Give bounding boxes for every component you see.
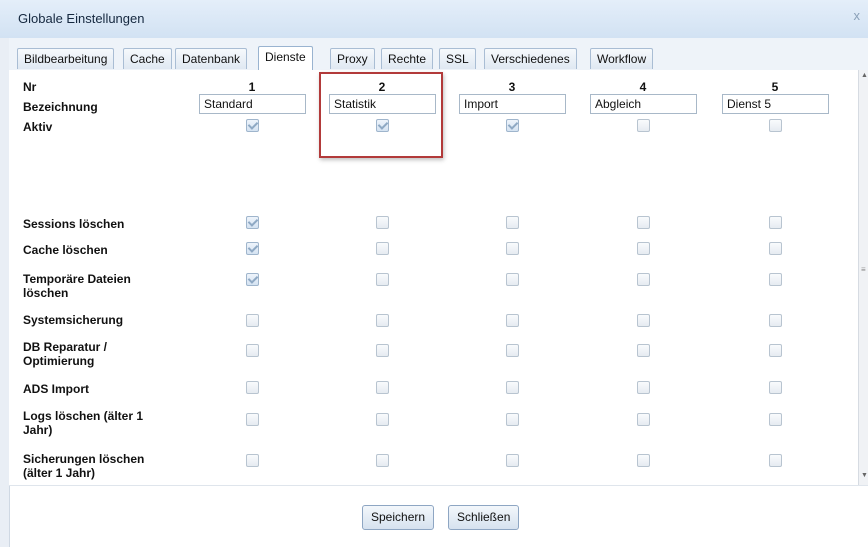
task-checkbox[interactable] (637, 314, 650, 327)
aktiv-checkbox[interactable] (769, 119, 782, 132)
aktiv-checkbox[interactable] (246, 119, 259, 132)
nr-label: Nr (23, 80, 37, 94)
tab-verschiedenes[interactable]: Verschiedenes (484, 48, 577, 69)
close-button[interactable]: Schließen (448, 505, 520, 530)
footer-divider (9, 485, 868, 486)
task-label: Sessions löschen (23, 217, 125, 231)
task-checkbox[interactable] (376, 242, 389, 255)
task-checkbox[interactable] (637, 454, 650, 467)
task-checkbox[interactable] (637, 273, 650, 286)
tab-rechte[interactable]: Rechte (381, 48, 434, 69)
task-checkbox[interactable] (637, 381, 650, 394)
dialog-titlebar[interactable]: Globale Einstellungen x (0, 0, 868, 39)
task-checkbox[interactable] (376, 273, 389, 286)
task-checkbox[interactable] (506, 273, 519, 286)
task-label: Cache löschen (23, 243, 108, 257)
task-checkbox[interactable] (376, 314, 389, 327)
aktiv-checkbox[interactable] (376, 119, 389, 132)
task-checkbox[interactable] (506, 454, 519, 467)
column-number: 2 (378, 80, 386, 94)
task-checkbox[interactable] (376, 216, 389, 229)
tab-dienste[interactable]: Dienste (258, 46, 313, 70)
task-label: ADS Import (23, 382, 89, 396)
column-number: 4 (639, 80, 647, 94)
task-checkbox[interactable] (246, 381, 259, 394)
task-checkbox[interactable] (376, 381, 389, 394)
task-checkbox[interactable] (506, 413, 519, 426)
task-checkbox[interactable] (246, 216, 259, 229)
task-checkbox[interactable] (246, 314, 259, 327)
task-checkbox[interactable] (246, 344, 259, 357)
scroll-up-icon[interactable]: ▲ (861, 72, 868, 79)
column-number: 3 (508, 80, 516, 94)
task-checkbox[interactable] (376, 413, 389, 426)
task-checkbox[interactable] (769, 381, 782, 394)
scroll-grip-icon[interactable]: ≡ (861, 265, 866, 274)
save-button[interactable]: Speichern (362, 505, 435, 530)
dialog-title: Globale Einstellungen (18, 11, 145, 26)
task-checkbox[interactable] (769, 242, 782, 255)
bezeichnung-label: Bezeichnung (23, 100, 98, 114)
aktiv-checkbox[interactable] (637, 119, 650, 132)
task-checkbox[interactable] (506, 381, 519, 394)
task-checkbox[interactable] (246, 273, 259, 286)
task-checkbox[interactable] (637, 344, 650, 357)
task-checkbox[interactable] (769, 344, 782, 357)
task-checkbox[interactable] (376, 454, 389, 467)
task-checkbox[interactable] (246, 413, 259, 426)
settings-dialog: Globale Einstellungen x Bildbearbeitung … (0, 0, 868, 547)
task-label: DB Reparatur / Optimierung (23, 340, 108, 368)
tab-bar: Bildbearbeitung Cache Datenbank Dienste … (9, 38, 868, 71)
close-icon[interactable]: x (854, 8, 861, 23)
task-checkbox[interactable] (506, 216, 519, 229)
tab-workflow[interactable]: Workflow (590, 48, 654, 69)
task-checkbox[interactable] (769, 273, 782, 286)
task-checkbox[interactable] (769, 314, 782, 327)
task-checkbox[interactable] (376, 344, 389, 357)
aktiv-checkbox[interactable] (506, 119, 519, 132)
tab-proxy[interactable]: Proxy (330, 48, 375, 69)
task-checkbox[interactable] (246, 242, 259, 255)
task-checkbox[interactable] (637, 242, 650, 255)
task-checkbox[interactable] (769, 216, 782, 229)
service-name-input[interactable] (329, 94, 436, 114)
task-checkbox[interactable] (769, 413, 782, 426)
task-checkbox[interactable] (246, 454, 259, 467)
column-number: 1 (248, 80, 256, 94)
service-name-input[interactable] (722, 94, 829, 114)
tab-ssl[interactable]: SSL (439, 48, 476, 69)
task-label: Temporäre Dateien löschen (23, 272, 131, 300)
scroll-down-icon[interactable]: ▼ (861, 472, 868, 479)
task-checkbox[interactable] (506, 314, 519, 327)
task-label: Logs löschen (älter 1 Jahr) (23, 409, 144, 437)
tab-datenbank[interactable]: Datenbank (175, 48, 248, 69)
service-name-input[interactable] (590, 94, 697, 114)
aktiv-label: Aktiv (23, 120, 53, 134)
task-label: Systemsicherung (23, 313, 124, 327)
tab-bildbearbeitung[interactable]: Bildbearbeitung (17, 48, 115, 69)
task-checkbox[interactable] (637, 216, 650, 229)
service-name-input[interactable] (199, 94, 306, 114)
task-checkbox[interactable] (506, 344, 519, 357)
service-name-input[interactable] (459, 94, 566, 114)
tab-cache[interactable]: Cache (123, 48, 172, 69)
task-checkbox[interactable] (506, 242, 519, 255)
task-checkbox[interactable] (637, 413, 650, 426)
column-number: 5 (771, 80, 779, 94)
task-checkbox[interactable] (769, 454, 782, 467)
dienste-panel: Nr Bezeichnung Aktiv Sessions löschen Ca… (9, 70, 860, 485)
vertical-scrollbar[interactable]: ▲ ≡ ▼ (858, 70, 868, 485)
task-label: Sicherungen löschen (älter 1 Jahr) (23, 452, 145, 480)
